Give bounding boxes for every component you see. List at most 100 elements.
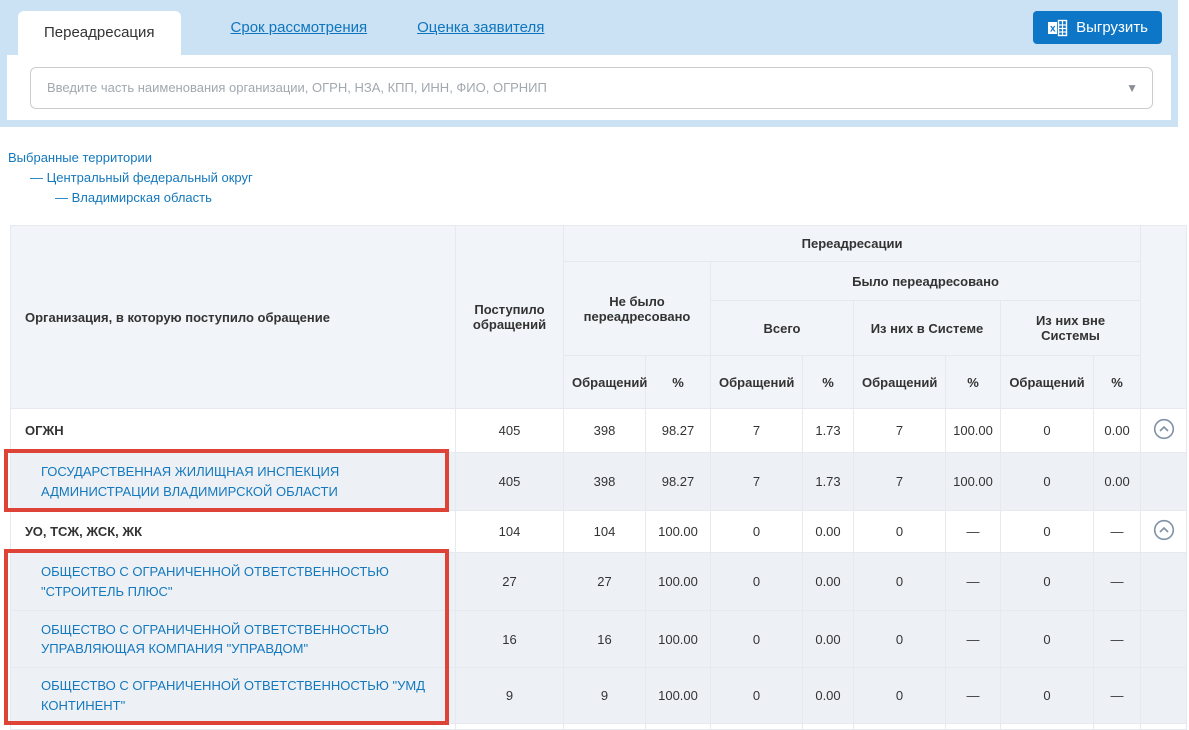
collapse-cell xyxy=(1141,553,1187,611)
value-cell: 100.00 xyxy=(946,409,1001,453)
export-button[interactable]: x Выгрузить xyxy=(1033,11,1162,44)
header-redirections-group: Переадресации xyxy=(564,226,1141,262)
value-cell: 405 xyxy=(456,409,564,453)
value-cell: 0 xyxy=(854,668,946,724)
organization-name-cell: ОГЖН xyxy=(11,409,456,453)
value-cell: — xyxy=(1094,668,1141,724)
value-cell: — xyxy=(946,668,1001,724)
collapse-icon[interactable] xyxy=(1153,418,1175,440)
tab-ocenka-zayavitelya[interactable]: Оценка заявителя xyxy=(417,19,544,36)
header-collapse-column xyxy=(1141,226,1187,409)
value-cell: 16 xyxy=(564,611,646,668)
territory-link[interactable]: Владимирская область xyxy=(72,190,212,205)
value-cell: 0 xyxy=(854,553,946,611)
value-cell: 0.00 xyxy=(803,511,854,553)
header-organization: Организация, в которую поступило обращен… xyxy=(11,226,456,409)
value-cell: 7 xyxy=(854,453,946,511)
filter-body: ▼ xyxy=(7,55,1171,120)
group-row: УО, ТСЖ, ЖСК, ЖК104104100.0000.000—0— xyxy=(11,511,1187,553)
organization-link[interactable]: ОБЩЕСТВО С ОГРАНИЧЕННОЙ ОТВЕТСТВЕННОСТЬЮ… xyxy=(41,564,389,599)
organization-row: ОБЩЕСТВО С ОГРАНИЧЕННОЙ ОТВЕТСТВЕННОСТЬЮ… xyxy=(11,611,1187,668)
value-cell: 0 xyxy=(711,553,803,611)
value-cell: 100.00 xyxy=(646,553,711,611)
collapse-cell xyxy=(1141,611,1187,668)
group-row: ОГЖН40539898.2771.737100.0000.00 xyxy=(11,409,1187,453)
header-out-of-system: Из них вне Системы xyxy=(1001,301,1141,356)
value-cell: 98.27 xyxy=(646,453,711,511)
value-cell: 398 xyxy=(564,409,646,453)
value-cell: 9 xyxy=(456,668,564,724)
value-cell: 1.73 xyxy=(803,409,854,453)
collapse-icon[interactable] xyxy=(1153,519,1175,541)
organization-search-input[interactable] xyxy=(47,80,1126,95)
value-cell: — xyxy=(946,553,1001,611)
header-appeals: Обращений xyxy=(711,356,803,409)
tab-pereadresaciya[interactable]: Переадресация xyxy=(18,11,181,55)
value-cell: — xyxy=(946,611,1001,668)
partial-next-row xyxy=(11,724,1187,730)
territory-item-region[interactable]: — Владимирская область xyxy=(8,190,253,205)
value-cell: 0.00 xyxy=(803,553,854,611)
value-cell: 0.00 xyxy=(1094,453,1141,511)
territory-dash: — xyxy=(55,190,68,205)
collapse-cell xyxy=(1141,668,1187,724)
value-cell: 0 xyxy=(1001,553,1094,611)
territory-link[interactable]: Центральный федеральный округ xyxy=(47,170,253,185)
dropdown-arrow-icon[interactable]: ▼ xyxy=(1126,81,1138,95)
organization-search-box[interactable]: ▼ xyxy=(30,67,1153,109)
value-cell: 104 xyxy=(456,511,564,553)
territory-dash: — xyxy=(30,170,43,185)
header-received: Поступило обращений xyxy=(456,226,564,409)
value-cell: 0 xyxy=(854,611,946,668)
organization-name-cell: УО, ТСЖ, ЖСК, ЖК xyxy=(11,511,456,553)
value-cell: — xyxy=(946,511,1001,553)
value-cell: 398 xyxy=(564,453,646,511)
value-cell: 0 xyxy=(854,511,946,553)
value-cell: — xyxy=(1094,511,1141,553)
territory-item-federal-district[interactable]: — Центральный федеральный округ xyxy=(8,170,253,185)
value-cell: 98.27 xyxy=(646,409,711,453)
value-cell: 0 xyxy=(1001,611,1094,668)
tab-srok-rassmotreniya[interactable]: Срок рассмотрения xyxy=(231,19,368,36)
organization-link[interactable]: ГОСУДАРСТВЕННАЯ ЖИЛИЩНАЯ ИНСПЕКЦИЯ АДМИН… xyxy=(41,464,339,499)
header-appeals: Обращений xyxy=(854,356,946,409)
value-cell: 100.00 xyxy=(646,668,711,724)
collapse-cell xyxy=(1141,453,1187,511)
report-table-body: ОГЖН40539898.2771.737100.0000.00ГОСУДАРС… xyxy=(11,409,1187,724)
value-cell: 100.00 xyxy=(646,511,711,553)
header-total: Всего xyxy=(711,301,854,356)
value-cell: 1.73 xyxy=(803,453,854,511)
value-cell: 0 xyxy=(711,511,803,553)
value-cell: 16 xyxy=(456,611,564,668)
value-cell: 100.00 xyxy=(946,453,1001,511)
value-cell: — xyxy=(1094,553,1141,611)
value-cell: 9 xyxy=(564,668,646,724)
organization-link[interactable]: ОБЩЕСТВО С ОГРАНИЧЕННОЙ ОТВЕТСТВЕННОСТЬЮ… xyxy=(41,622,389,657)
value-cell: 0.00 xyxy=(1094,409,1141,453)
organization-name-cell: ОБЩЕСТВО С ОГРАНИЧЕННОЙ ОТВЕТСТВЕННОСТЬЮ… xyxy=(11,553,456,611)
value-cell: 405 xyxy=(456,453,564,511)
organization-row: ОБЩЕСТВО С ОГРАНИЧЕННОЙ ОТВЕТСТВЕННОСТЬЮ… xyxy=(11,668,1187,724)
value-cell: 0 xyxy=(1001,409,1094,453)
value-cell: 0 xyxy=(1001,511,1094,553)
organization-link[interactable]: ОБЩЕСТВО С ОГРАНИЧЕННОЙ ОТВЕТСТВЕННОСТЬЮ… xyxy=(41,678,425,713)
value-cell: — xyxy=(1094,611,1141,668)
value-cell: 0 xyxy=(711,668,803,724)
header-appeals: Обращений xyxy=(1001,356,1094,409)
value-cell: 0 xyxy=(1001,668,1094,724)
value-cell: 7 xyxy=(854,409,946,453)
header-in-system: Из них в Системе xyxy=(854,301,1001,356)
value-cell: 27 xyxy=(564,553,646,611)
value-cell: 7 xyxy=(711,453,803,511)
table-header: Организация, в которую поступило обращен… xyxy=(11,226,1187,409)
organization-row: ОБЩЕСТВО С ОГРАНИЧЕННОЙ ОТВЕТСТВЕННОСТЬЮ… xyxy=(11,553,1187,611)
tab-bar: Переадресация Срок рассмотрения Оценка з… xyxy=(0,0,1178,55)
value-cell: 0.00 xyxy=(803,668,854,724)
redirections-report-table: Организация, в которую поступило обращен… xyxy=(10,225,1187,730)
territories-title: Выбранные территории xyxy=(8,150,253,165)
selected-territories: Выбранные территории — Центральный федер… xyxy=(8,150,253,210)
collapse-cell xyxy=(1141,511,1187,553)
organization-name-cell: ОБЩЕСТВО С ОГРАНИЧЕННОЙ ОТВЕТСТВЕННОСТЬЮ… xyxy=(11,668,456,724)
value-cell: 104 xyxy=(564,511,646,553)
header-percent: % xyxy=(946,356,1001,409)
